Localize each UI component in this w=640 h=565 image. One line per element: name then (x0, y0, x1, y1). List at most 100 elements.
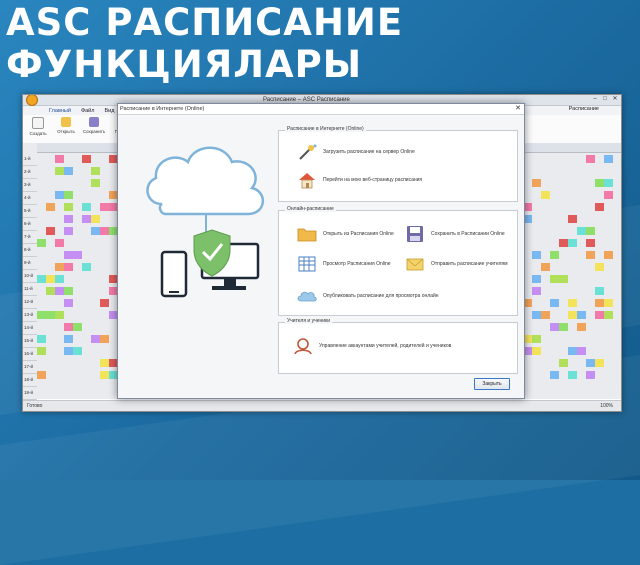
lesson-cell[interactable] (46, 287, 55, 295)
lesson-cell[interactable] (586, 371, 595, 379)
lesson-cell[interactable] (64, 251, 73, 259)
upload-option[interactable]: Загрузить расписание на сервер Online (297, 143, 415, 161)
lesson-cell[interactable] (91, 215, 100, 223)
lesson-cell[interactable] (46, 227, 55, 235)
lesson-cell[interactable] (559, 275, 568, 283)
lesson-cell[interactable] (595, 311, 604, 319)
lesson-cell[interactable] (604, 179, 613, 187)
lesson-cell[interactable] (37, 275, 46, 283)
lesson-cell[interactable] (577, 311, 586, 319)
lesson-cell[interactable] (532, 347, 541, 355)
lesson-cell[interactable] (64, 227, 73, 235)
accounts-option[interactable]: Управление аккаунтами учителей, родителе… (293, 337, 451, 355)
close-button[interactable]: Закрыть (474, 378, 510, 390)
lesson-cell[interactable] (100, 359, 109, 367)
lesson-cell[interactable] (541, 263, 550, 271)
lesson-cell[interactable] (586, 227, 595, 235)
lesson-cell[interactable] (568, 311, 577, 319)
lesson-cell[interactable] (532, 275, 541, 283)
lesson-cell[interactable] (100, 203, 109, 211)
lesson-cell[interactable] (550, 251, 559, 259)
lesson-cell[interactable] (586, 239, 595, 247)
lesson-cell[interactable] (64, 215, 73, 223)
lesson-cell[interactable] (64, 287, 73, 295)
lesson-cell[interactable] (550, 371, 559, 379)
lesson-cell[interactable] (91, 335, 100, 343)
tab-main[interactable]: Главный (49, 108, 71, 114)
app-logo-icon[interactable] (26, 95, 38, 106)
lesson-cell[interactable] (586, 251, 595, 259)
lesson-cell[interactable] (91, 167, 100, 175)
open-online-option[interactable]: Открыть из Расписания Online (297, 225, 394, 243)
lesson-cell[interactable] (595, 203, 604, 211)
lesson-cell[interactable] (55, 275, 64, 283)
lesson-cell[interactable] (100, 299, 109, 307)
lesson-cell[interactable] (595, 287, 604, 295)
lesson-cell[interactable] (46, 203, 55, 211)
lesson-cell[interactable] (541, 191, 550, 199)
lesson-cell[interactable] (604, 155, 613, 163)
lesson-cell[interactable] (604, 311, 613, 319)
lesson-cell[interactable] (532, 287, 541, 295)
new-button[interactable]: Создать (29, 117, 47, 143)
lesson-cell[interactable] (595, 179, 604, 187)
tab-view[interactable]: Вид (104, 108, 114, 114)
tab-file[interactable]: Файл (81, 108, 95, 114)
lesson-cell[interactable] (37, 311, 46, 319)
lesson-cell[interactable] (568, 347, 577, 355)
lesson-cell[interactable] (64, 263, 73, 271)
lesson-cell[interactable] (541, 311, 550, 319)
maximize-icon[interactable]: □ (601, 96, 609, 103)
lesson-cell[interactable] (64, 203, 73, 211)
homepage-option[interactable]: Перейти на мою веб-страницу расписания (297, 171, 422, 189)
save-online-option[interactable]: Сохранить в Расписании Online (405, 225, 505, 243)
lesson-cell[interactable] (37, 347, 46, 355)
close-icon[interactable]: ✕ (611, 96, 619, 103)
lesson-cell[interactable] (568, 371, 577, 379)
publish-option[interactable]: Опубликовать расписание для просмотра он… (297, 287, 439, 305)
open-button[interactable]: Открыть (57, 117, 75, 143)
lesson-cell[interactable] (64, 323, 73, 331)
lesson-cell[interactable] (577, 323, 586, 331)
lesson-cell[interactable] (100, 335, 109, 343)
lesson-cell[interactable] (577, 227, 586, 235)
lesson-cell[interactable] (64, 191, 73, 199)
lesson-cell[interactable] (532, 335, 541, 343)
lesson-cell[interactable] (559, 323, 568, 331)
lesson-cell[interactable] (55, 191, 64, 199)
lesson-cell[interactable] (37, 239, 46, 247)
lesson-cell[interactable] (532, 179, 541, 187)
lesson-cell[interactable] (568, 239, 577, 247)
lesson-cell[interactable] (568, 299, 577, 307)
lesson-cell[interactable] (100, 371, 109, 379)
lesson-cell[interactable] (604, 191, 613, 199)
send-teachers-option[interactable]: Отправить расписание учителям (405, 255, 508, 273)
lesson-cell[interactable] (73, 323, 82, 331)
lesson-cell[interactable] (577, 347, 586, 355)
lesson-cell[interactable] (82, 263, 91, 271)
lesson-cell[interactable] (586, 359, 595, 367)
lesson-cell[interactable] (55, 239, 64, 247)
lesson-cell[interactable] (604, 299, 613, 307)
lesson-cell[interactable] (55, 287, 64, 295)
lesson-cell[interactable] (532, 251, 541, 259)
lesson-cell[interactable] (532, 311, 541, 319)
lesson-cell[interactable] (55, 263, 64, 271)
lesson-cell[interactable] (46, 275, 55, 283)
lesson-cell[interactable] (100, 227, 109, 235)
lesson-cell[interactable] (73, 347, 82, 355)
lesson-cell[interactable] (37, 371, 46, 379)
lesson-cell[interactable] (37, 335, 46, 343)
lesson-cell[interactable] (64, 335, 73, 343)
minimize-icon[interactable]: – (591, 96, 599, 103)
lesson-cell[interactable] (55, 167, 64, 175)
lesson-cell[interactable] (550, 275, 559, 283)
lesson-cell[interactable] (64, 347, 73, 355)
lesson-cell[interactable] (82, 215, 91, 223)
lesson-cell[interactable] (559, 239, 568, 247)
lesson-cell[interactable] (64, 167, 73, 175)
lesson-cell[interactable] (550, 299, 559, 307)
view-online-option[interactable]: Просмотр Расписания Online (297, 255, 391, 273)
lesson-cell[interactable] (595, 359, 604, 367)
lesson-cell[interactable] (568, 215, 577, 223)
